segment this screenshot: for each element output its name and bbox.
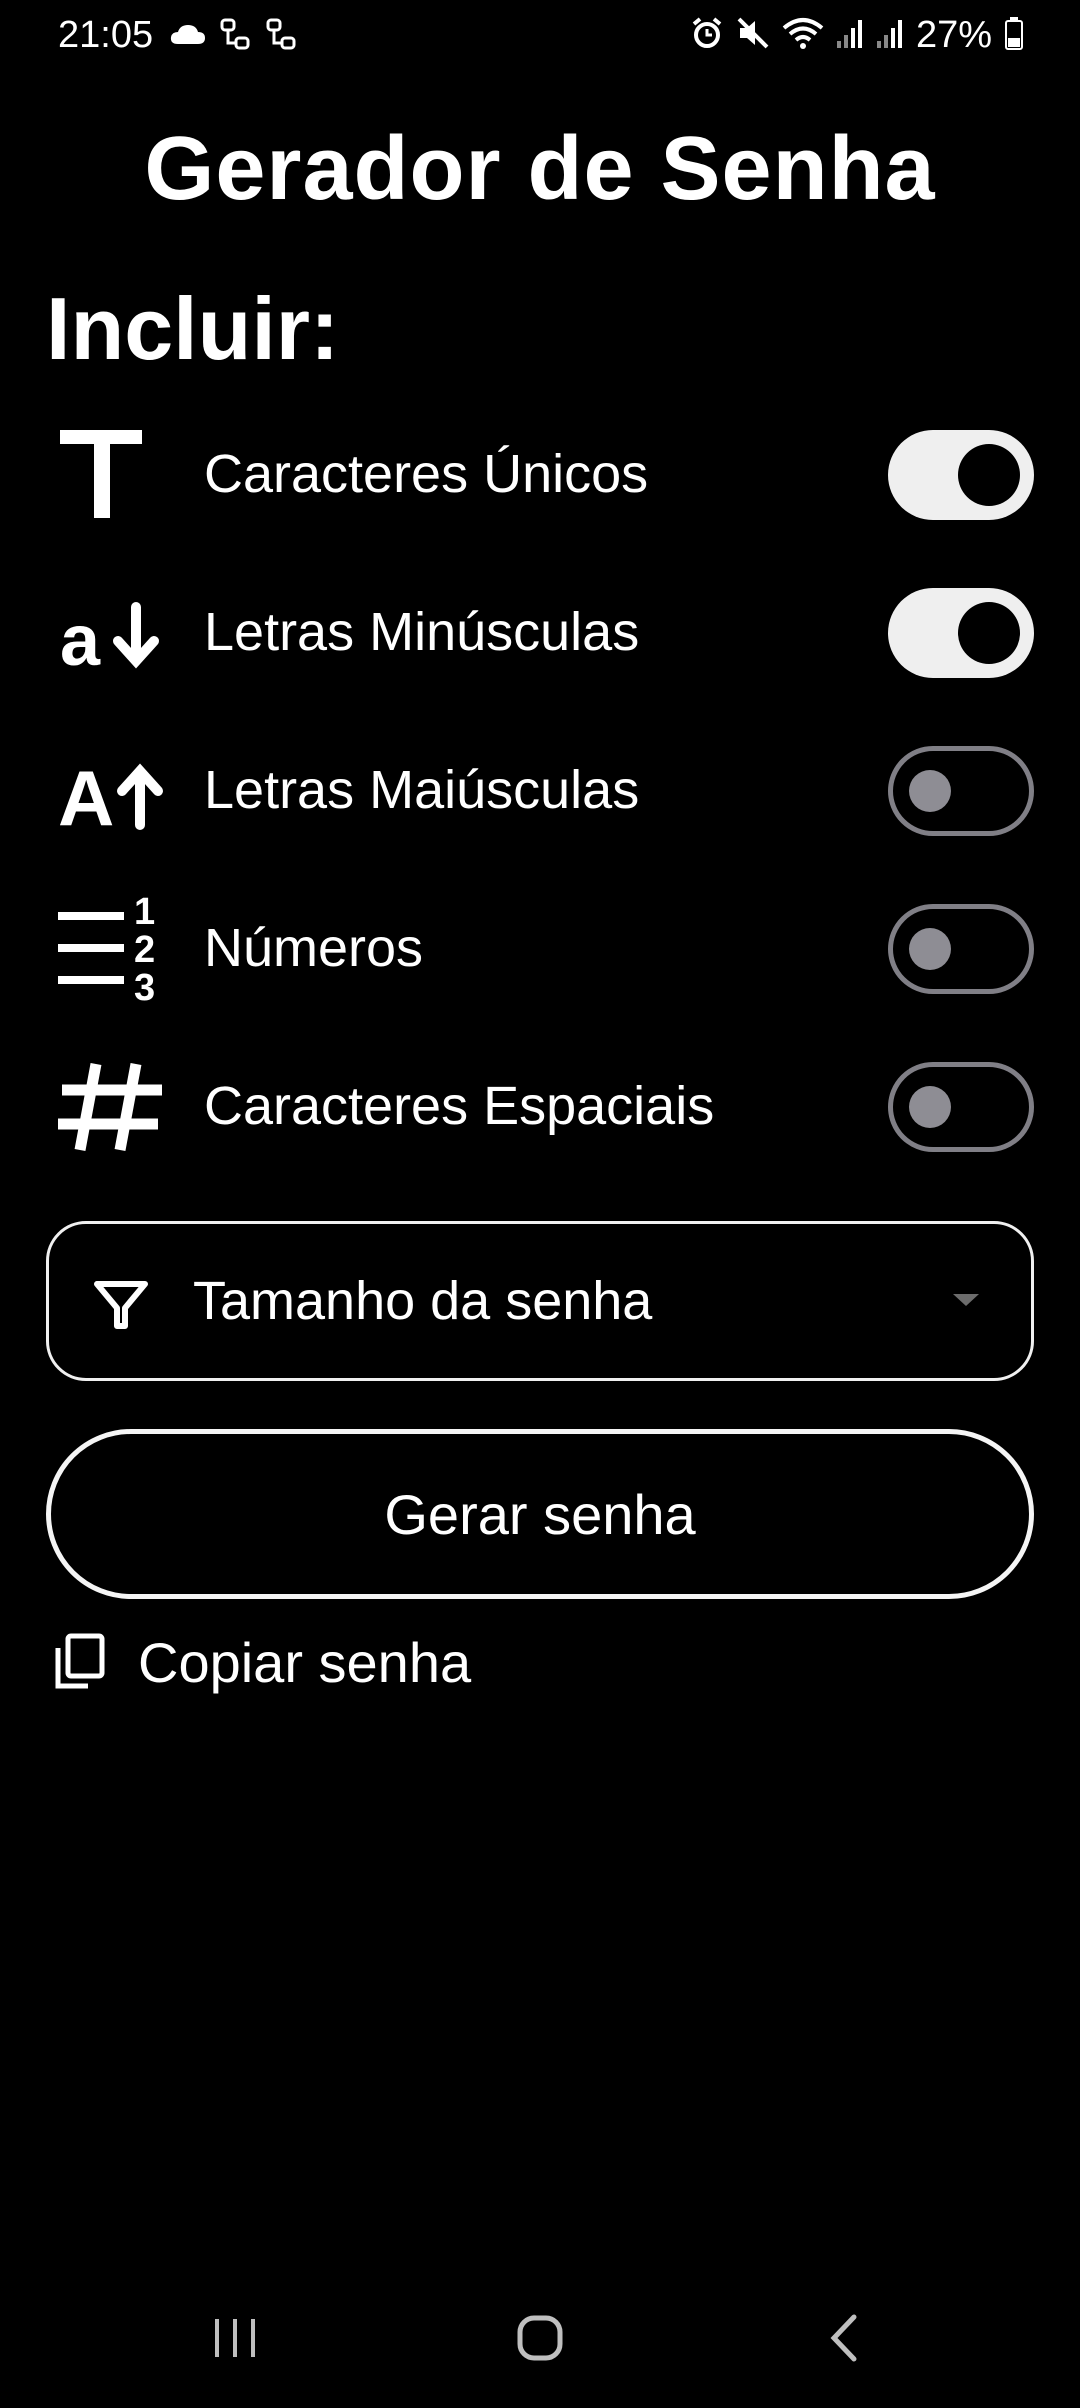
option-row-special-chars: Caracteres Espaciais (46, 1046, 1036, 1166)
toggle-special-chars[interactable] (888, 1062, 1034, 1152)
option-label: Números (204, 918, 424, 978)
generate-button-label: Gerar senha (384, 1482, 696, 1546)
dropdown-label: Tamanho da senha (193, 1271, 653, 1331)
toggle-numbers[interactable] (888, 904, 1034, 994)
svg-text:3: 3 (134, 967, 155, 1006)
wifi-icon (782, 16, 824, 55)
toggle-knob (909, 928, 951, 970)
svg-text:A: A (58, 754, 114, 835)
toggle-unique-chars[interactable] (888, 430, 1034, 520)
alarm-icon (690, 16, 724, 55)
option-label: Caracteres Espaciais (204, 1076, 715, 1136)
option-row-unique-chars: Caracteres Únicos (46, 414, 1036, 534)
copy-icon (48, 1632, 108, 1692)
status-time: 21:05 (58, 14, 154, 56)
recents-icon[interactable] (196, 2298, 276, 2378)
toggle-knob (909, 1086, 951, 1128)
back-icon[interactable] (804, 2298, 884, 2378)
text-T-icon (58, 414, 188, 534)
option-row-uppercase: A Letras Maiúsculas (46, 730, 1036, 850)
status-left-icons (170, 18, 298, 57)
system-nav-bar (0, 2268, 1080, 2408)
svg-text:1: 1 (134, 891, 155, 933)
password-generator-screen: 21:05 27% Gerador de Senha Incluir: Cara… (0, 0, 1080, 2408)
battery-icon (1004, 16, 1024, 55)
toggle-lowercase[interactable] (888, 588, 1034, 678)
password-length-dropdown[interactable]: Tamanho da senha (46, 1221, 1034, 1381)
link-icon (266, 18, 298, 57)
generate-password-button[interactable]: Gerar senha (46, 1429, 1034, 1599)
status-bar: 21:05 27% (0, 0, 1080, 70)
option-label: Letras Minúsculas (204, 602, 640, 662)
home-icon[interactable] (500, 2298, 580, 2378)
battery-percent: 27% (915, 14, 992, 56)
toggle-uppercase[interactable] (888, 746, 1034, 836)
svg-text:a: a (60, 601, 101, 677)
page-title: Gerador de Senha (144, 119, 936, 219)
numbered-list-icon: 1 2 3 (58, 888, 188, 1008)
option-row-lowercase: a Letras Minúsculas (46, 572, 1036, 692)
option-row-numbers: 1 2 3 Números (46, 888, 1036, 1008)
toggle-knob (909, 770, 951, 812)
copy-label: Copiar senha (138, 1630, 472, 1694)
copy-password-button[interactable]: Copiar senha (48, 1622, 471, 1702)
chevron-down-icon (951, 1290, 981, 1310)
filter-icon (91, 1274, 151, 1334)
section-title: Incluir: (46, 279, 340, 378)
link-icon (220, 18, 252, 57)
hash-icon (58, 1046, 188, 1166)
mute-icon (736, 16, 770, 55)
uppercase-icon: A (58, 730, 188, 850)
option-label: Letras Maiúsculas (204, 760, 640, 820)
cloud-icon (170, 24, 206, 51)
lowercase-icon: a (58, 572, 188, 692)
signal-icon (836, 17, 864, 54)
status-right-icons: 27% (690, 14, 1024, 57)
signal-icon (876, 17, 904, 54)
toggle-knob (958, 444, 1020, 506)
option-label: Caracteres Únicos (204, 444, 649, 504)
toggle-knob (958, 602, 1020, 664)
svg-text:2: 2 (134, 929, 155, 971)
